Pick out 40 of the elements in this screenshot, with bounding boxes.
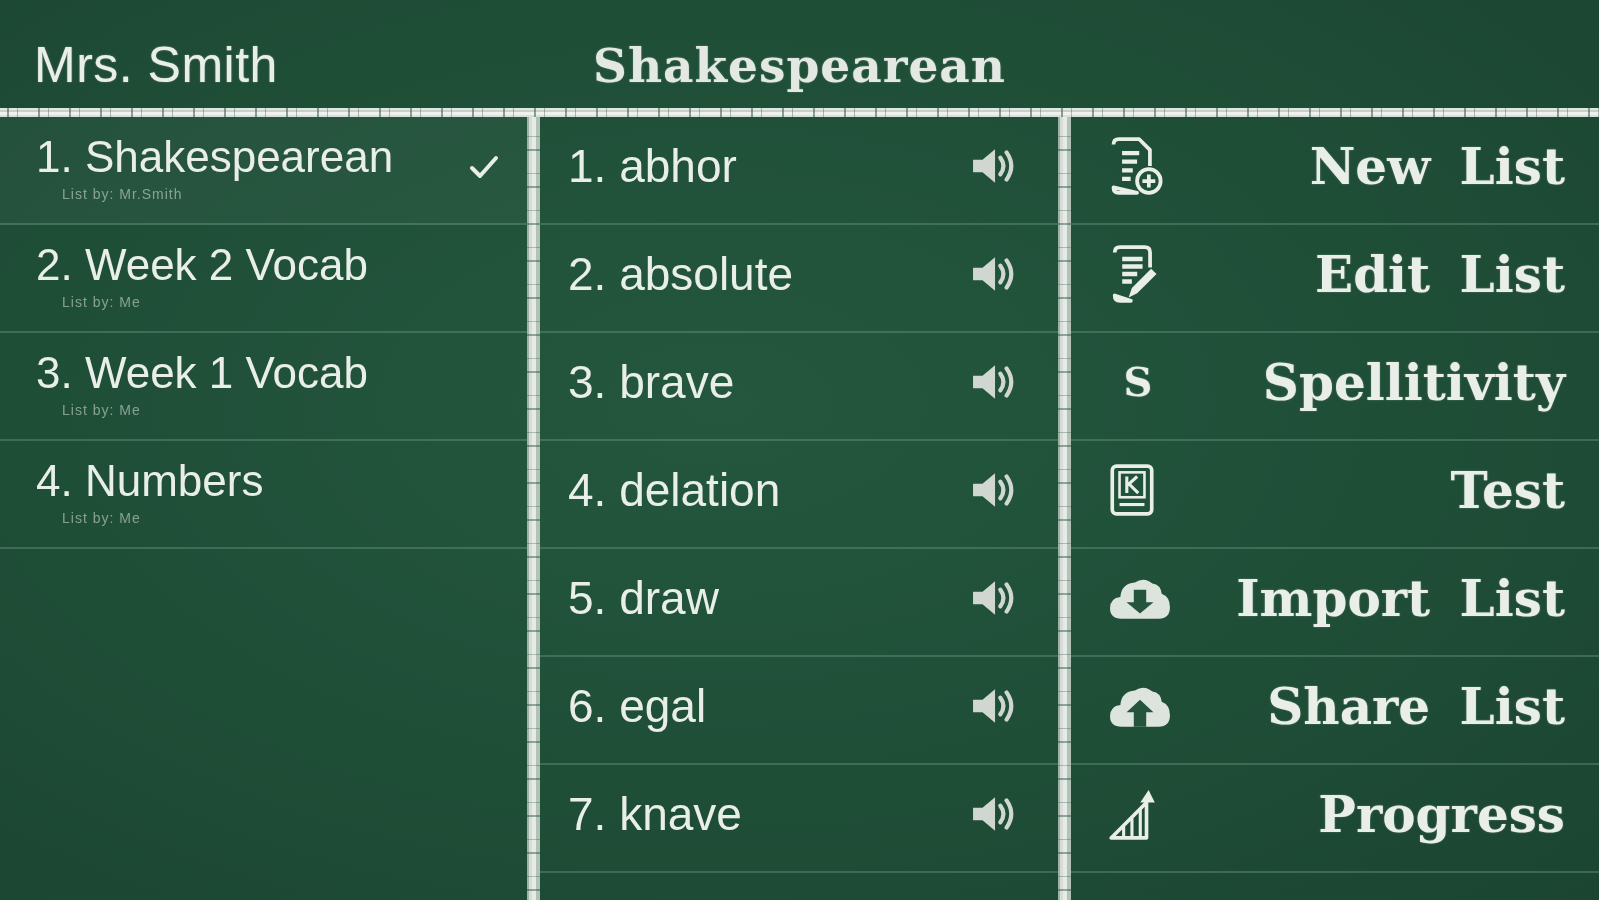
speaker-icon[interactable] bbox=[972, 688, 1016, 724]
list-author: List by: Mr.Smith bbox=[62, 186, 184, 202]
speaker-icon[interactable] bbox=[972, 364, 1016, 400]
word-label: 2. absolute bbox=[568, 247, 794, 301]
word-list-item[interactable]: 4. Numbers List by: Me bbox=[0, 441, 527, 549]
word-label: 1. abhor bbox=[568, 139, 737, 193]
rising-chart-icon bbox=[1109, 788, 1157, 840]
word-label: 5. draw bbox=[568, 571, 719, 625]
list-name: 2. Week 2 Vocab bbox=[36, 240, 368, 290]
edit-list-button[interactable]: Edit List bbox=[1071, 225, 1599, 333]
word-list-item[interactable]: 2. Week 2 Vocab List by: Me bbox=[0, 225, 527, 333]
list-author: List by: Me bbox=[62, 510, 142, 526]
speaker-icon[interactable] bbox=[972, 472, 1016, 508]
game-button[interactable]: S Spellitivity bbox=[1071, 333, 1599, 441]
word-list-item[interactable]: 1. Shakespearean List by: Mr.Smith bbox=[0, 117, 527, 225]
share-list-button[interactable]: Share List bbox=[1071, 657, 1599, 765]
list-name: 4. Numbers bbox=[36, 456, 264, 506]
speaker-icon[interactable] bbox=[972, 256, 1016, 292]
letter-icon: S bbox=[1123, 360, 1153, 404]
list-name: 1. Shakespearean bbox=[36, 132, 394, 182]
list-title: Shakespearean bbox=[593, 37, 1006, 93]
progress-button[interactable]: Progress bbox=[1071, 765, 1599, 873]
test-button[interactable]: Test bbox=[1071, 441, 1599, 549]
list-name: 3. Week 1 Vocab bbox=[36, 348, 368, 398]
list-author: List by: Me bbox=[62, 402, 142, 418]
speaker-icon[interactable] bbox=[972, 580, 1016, 616]
document-plus-icon bbox=[1109, 136, 1163, 196]
framed-card-icon bbox=[1109, 463, 1155, 517]
checkmark-icon bbox=[469, 155, 499, 179]
import-list-button[interactable]: Import List bbox=[1071, 549, 1599, 657]
word-label: 3. brave bbox=[568, 355, 735, 409]
list-author: List by: Me bbox=[62, 294, 142, 310]
speaker-icon[interactable] bbox=[972, 148, 1016, 184]
speaker-icon[interactable] bbox=[972, 796, 1016, 832]
word-label: 4. delation bbox=[568, 463, 781, 517]
word-list-item[interactable]: 3. Week 1 Vocab List by: Me bbox=[0, 333, 527, 441]
word-label: 6. egal bbox=[568, 679, 707, 733]
word-label: 7. knave bbox=[568, 787, 742, 841]
new-list-button[interactable]: New List bbox=[1071, 117, 1599, 225]
teacher-name: Mrs. Smith bbox=[34, 36, 278, 94]
